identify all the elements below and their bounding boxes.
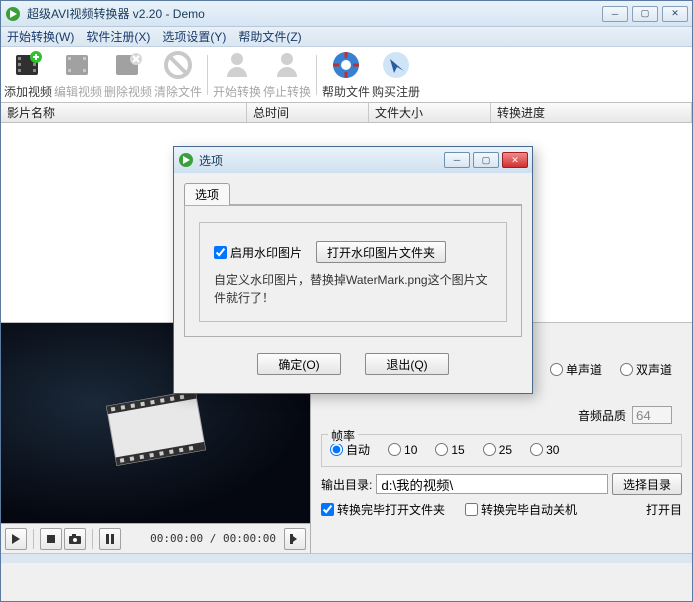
tabstrip: 选项: [184, 183, 522, 205]
menu-start[interactable]: 开始转换(W): [7, 28, 74, 45]
cursor-buy-icon: [380, 49, 412, 81]
col-progress[interactable]: 转换进度: [491, 103, 692, 122]
toolbar-separator: [207, 55, 208, 95]
dialog-body: 选项 启用水印图片 打开水印图片文件夹 自定义水印图片，替换掉WaterMark…: [174, 173, 532, 393]
framerate-title: 帧率: [328, 427, 358, 444]
preview-controls: 00:00:00 / 00:00:00: [1, 523, 310, 553]
tab-pane: 启用水印图片 打开水印图片文件夹 自定义水印图片，替换掉WaterMark.pn…: [184, 205, 522, 337]
enable-watermark-label: 启用水印图片: [230, 244, 302, 261]
dlg-minimize-button[interactable]: ─: [444, 152, 470, 168]
tb-add-video[interactable]: 添加视频: [3, 49, 53, 100]
app-icon: [5, 6, 21, 22]
tb-delete-label: 删除视频: [104, 83, 152, 100]
mark-in-button[interactable]: [284, 528, 306, 550]
dlg-close-button[interactable]: ✕: [502, 152, 528, 168]
pause-button[interactable]: [99, 528, 121, 550]
menu-options[interactable]: 选项设置(Y): [162, 28, 226, 45]
film-edit-icon: [62, 49, 94, 81]
fr-30[interactable]: 30: [530, 443, 559, 457]
col-duration[interactable]: 总时间: [247, 103, 369, 122]
status-strip: [1, 553, 692, 563]
tb-buy-register[interactable]: 购买注册: [371, 49, 421, 100]
audio-quality-input: [632, 406, 672, 424]
tb-edit-video[interactable]: 编辑视频: [53, 49, 103, 100]
col-name[interactable]: 影片名称: [1, 103, 247, 122]
film-add-icon: [12, 49, 44, 81]
film-delete-icon: [112, 49, 144, 81]
tb-stop-convert[interactable]: 停止转换: [262, 49, 312, 100]
list-header: 影片名称 总时间 文件大小 转换进度: [1, 103, 692, 123]
fr-15-label: 15: [451, 443, 464, 457]
user-start-icon: [221, 49, 253, 81]
open-dir-link[interactable]: 打开目: [646, 501, 682, 518]
tb-delete-video[interactable]: 删除视频: [103, 49, 153, 100]
chk-enable-watermark[interactable]: 启用水印图片: [214, 244, 302, 261]
tb-stop-label: 停止转换: [263, 83, 311, 100]
options-dialog: 选项 ─ ▢ ✕ 选项 启用水印图片 打开水印图片文件夹 自定义水印图片，替换掉…: [173, 146, 533, 394]
dialog-buttons: 确定(O) 退出(Q): [184, 337, 522, 383]
output-path-input[interactable]: [376, 474, 608, 494]
chk-open-after[interactable]: 转换完毕打开文件夹: [321, 501, 445, 518]
dialog-title: 选项: [199, 152, 444, 169]
framerate-group: 帧率 自动 10 15 25 30: [321, 434, 682, 467]
time-display: 00:00:00 / 00:00:00: [150, 532, 276, 545]
minimize-button[interactable]: ─: [602, 6, 628, 22]
tb-edit-label: 编辑视频: [54, 83, 102, 100]
dialog-icon: [178, 152, 194, 168]
tb-help-file[interactable]: 帮助文件: [321, 49, 371, 100]
dlg-maximize-button[interactable]: ▢: [473, 152, 499, 168]
tb-help-label: 帮助文件: [322, 83, 370, 100]
tab-options[interactable]: 选项: [184, 183, 230, 205]
fr-30-label: 30: [546, 443, 559, 457]
open-watermark-folder-button[interactable]: 打开水印图片文件夹: [316, 241, 446, 263]
ok-button[interactable]: 确定(O): [257, 353, 341, 375]
help-icon: [330, 49, 362, 81]
menubar: 开始转换(W) 软件注册(X) 选项设置(Y) 帮助文件(Z): [1, 27, 692, 47]
toolbar: 添加视频 编辑视频 删除视频 清除文件 开始转换 停止转换 帮助文件: [1, 47, 692, 103]
close-button[interactable]: ✕: [662, 6, 688, 22]
tb-start-label: 开始转换: [213, 83, 261, 100]
filmstrip-icon: [101, 383, 211, 476]
menu-help[interactable]: 帮助文件(Z): [238, 28, 301, 45]
play-button[interactable]: [5, 528, 27, 550]
col-size[interactable]: 文件大小: [369, 103, 491, 122]
output-label: 输出目录:: [321, 476, 372, 493]
fr-10[interactable]: 10: [388, 443, 417, 457]
tb-add-label: 添加视频: [4, 83, 52, 100]
stop-button[interactable]: [40, 528, 62, 550]
ctrl-sep-2: [92, 529, 93, 549]
menu-register[interactable]: 软件注册(X): [86, 28, 150, 45]
chk-shutdown[interactable]: 转换完毕自动关机: [465, 501, 577, 518]
maximize-button[interactable]: ▢: [632, 6, 658, 22]
radio-stereo[interactable]: 双声道: [620, 361, 672, 378]
toolbar-separator-2: [316, 55, 317, 95]
ctrl-sep: [33, 529, 34, 549]
cancel-button[interactable]: 退出(Q): [365, 353, 449, 375]
snapshot-button[interactable]: [64, 528, 86, 550]
window-title: 超级AVI视频转换器 v2.20 - Demo: [27, 5, 602, 22]
browse-button[interactable]: 选择目录: [612, 473, 682, 495]
checks-row: 转换完毕打开文件夹 转换完毕自动关机 打开目: [321, 499, 682, 518]
chk-shutdown-label: 转换完毕自动关机: [481, 501, 577, 518]
audio-quality-label: 音频品质: [578, 407, 626, 424]
tb-start-convert[interactable]: 开始转换: [212, 49, 262, 100]
fr-25-label: 25: [499, 443, 512, 457]
fr-15[interactable]: 15: [435, 443, 464, 457]
user-stop-icon: [271, 49, 303, 81]
stereo-label: 双声道: [636, 361, 672, 378]
tb-buy-label: 购买注册: [372, 83, 420, 100]
dialog-titlebar: 选项 ─ ▢ ✕: [174, 147, 532, 173]
tb-clear-label: 清除文件: [154, 83, 202, 100]
mono-label: 单声道: [566, 361, 602, 378]
radio-mono[interactable]: 单声道: [550, 361, 602, 378]
watermark-hint: 自定义水印图片，替换掉WaterMark.png这个图片文件就行了！: [214, 271, 492, 307]
tb-clear-files[interactable]: 清除文件: [153, 49, 203, 100]
chk-open-after-label: 转换完毕打开文件夹: [337, 501, 445, 518]
output-row: 输出目录: 选择目录: [321, 471, 682, 495]
clear-icon: [162, 49, 194, 81]
watermark-frame: 启用水印图片 打开水印图片文件夹 自定义水印图片，替换掉WaterMark.pn…: [199, 222, 507, 322]
main-titlebar: 超级AVI视频转换器 v2.20 - Demo ─ ▢ ✕: [1, 1, 692, 27]
fr-10-label: 10: [404, 443, 417, 457]
fr-25[interactable]: 25: [483, 443, 512, 457]
